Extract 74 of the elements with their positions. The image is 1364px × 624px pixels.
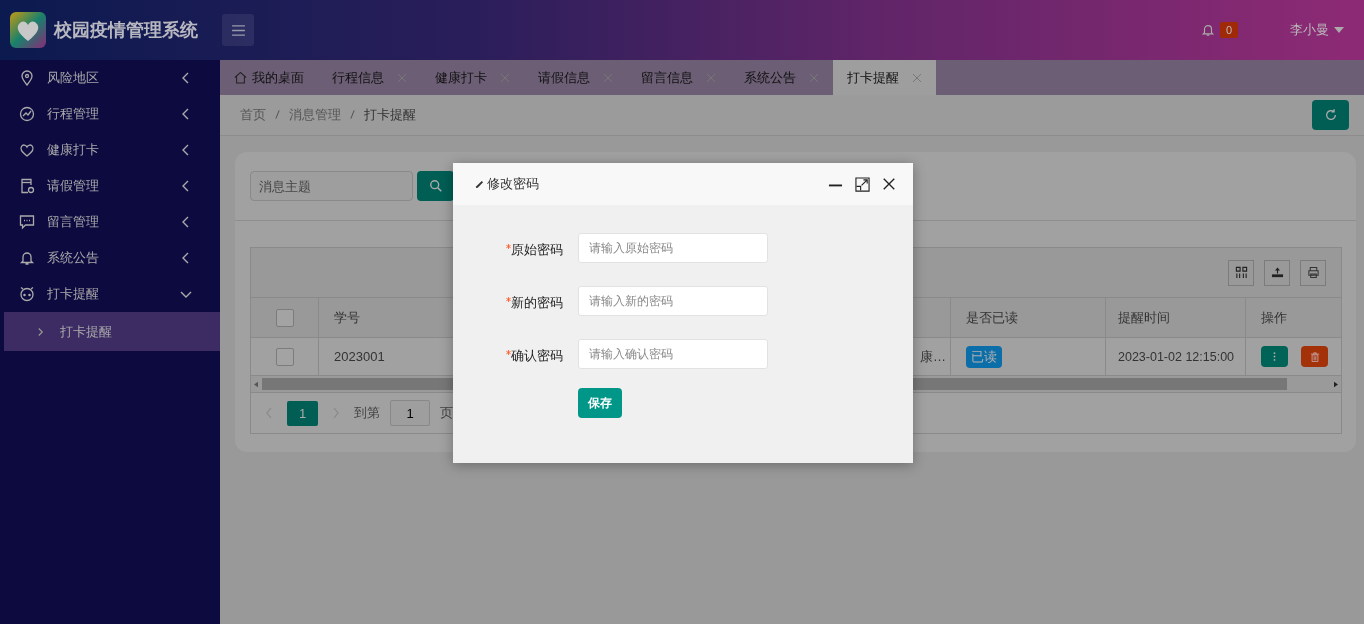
circle-icon [19, 286, 35, 302]
password-field[interactable]: 请输入原始密码 [578, 232, 768, 263]
sidebar-item[interactable]: 健康打卡 [0, 132, 220, 168]
close-icon[interactable] [882, 177, 896, 191]
grid-icon [1234, 266, 1248, 279]
page-tab[interactable]: 行程信息 [318, 60, 421, 95]
chevron-right-icon [37, 326, 44, 337]
search-button[interactable] [417, 171, 454, 201]
column-header: 提醒时间 [1106, 298, 1246, 338]
upload-icon [1270, 266, 1284, 279]
export-button[interactable] [1264, 259, 1290, 286]
sidebar-subitem[interactable]: 打卡提醒 [4, 312, 220, 351]
document-icon [19, 178, 35, 194]
breadcrumb-link[interactable]: 消息管理 [289, 106, 341, 124]
pin-icon [19, 70, 35, 86]
columns-button[interactable] [1228, 259, 1254, 286]
more-icon [1273, 351, 1276, 362]
page-tab[interactable]: 请假信息 [524, 60, 627, 95]
app-title: 校园疫情管理系统 [54, 19, 199, 42]
sidebar-item[interactable]: 风险地区 [0, 60, 220, 96]
more-button[interactable] [1261, 346, 1288, 367]
previous-page-icon[interactable] [265, 407, 273, 419]
page-tab[interactable]: 系统公告 [730, 60, 833, 95]
column-header: 操作 [1246, 298, 1341, 338]
sidebar-item[interactable]: 系统公告 [0, 240, 220, 276]
dialog-title: 修改密码 [487, 175, 539, 193]
breadcrumb-link[interactable]: 首页 [240, 106, 266, 124]
breadcrumb-link[interactable]: 打卡提醒 [364, 106, 416, 124]
password-field[interactable]: 请输入确认密码 [578, 338, 768, 369]
message-icon [19, 214, 35, 230]
page-number[interactable]: 1 [287, 400, 318, 426]
printer-icon [1306, 266, 1320, 279]
delete-button[interactable] [1301, 346, 1328, 367]
save-button[interactable]: 保存 [578, 388, 622, 418]
menu-icon [230, 24, 246, 36]
notification-badge: 0 [1219, 22, 1238, 38]
refresh-button[interactable] [1312, 100, 1349, 130]
page-label: 页 [440, 404, 453, 422]
sidebar-item[interactable]: 打卡提醒 [0, 276, 220, 312]
home-icon [234, 71, 247, 84]
field-label: 确认密码 [511, 346, 563, 365]
caret-icon [1334, 27, 1344, 33]
page-tab[interactable]: 我的桌面 [222, 60, 318, 95]
sidebar-item[interactable]: 行程管理 [0, 96, 220, 132]
maximize-icon[interactable] [855, 176, 870, 192]
user-menu[interactable]: 李小曼 [1290, 21, 1344, 39]
page-tab[interactable]: 打卡提醒 [833, 60, 936, 95]
goto-label: 到第 [354, 404, 380, 422]
scroll-left-icon[interactable] [254, 380, 258, 388]
row-checkbox[interactable] [275, 347, 294, 366]
trash-icon [1309, 351, 1320, 362]
field-label: 原始密码 [511, 240, 563, 259]
sidebar-item[interactable]: 请假管理 [0, 168, 220, 204]
heart-icon [19, 142, 35, 158]
next-page-icon[interactable] [332, 407, 340, 419]
print-button[interactable] [1300, 259, 1326, 286]
scroll-right-icon[interactable] [1334, 380, 1338, 388]
select-all-checkbox[interactable] [275, 308, 294, 327]
sidebar-item[interactable]: 留言管理 [0, 204, 220, 240]
column-header: 是否已读 [951, 298, 1106, 338]
page-input[interactable]: 1 [390, 400, 430, 426]
search-icon [428, 179, 443, 193]
password-field[interactable]: 请输入新的密码 [578, 285, 768, 316]
status-tag: 已读 [966, 345, 1002, 368]
pencil-icon [475, 179, 484, 189]
refresh-icon [1323, 108, 1338, 122]
heart-logo-icon [10, 12, 46, 48]
bell-icon[interactable] [1200, 23, 1215, 37]
page-tab[interactable]: 健康打卡 [421, 60, 524, 95]
chart-circle-icon [19, 106, 35, 122]
search-field[interactable]: 消息主题 [250, 171, 413, 201]
menu-button[interactable] [222, 14, 254, 46]
page-tab[interactable]: 留言信息 [627, 60, 730, 95]
bell-icon [19, 250, 35, 266]
